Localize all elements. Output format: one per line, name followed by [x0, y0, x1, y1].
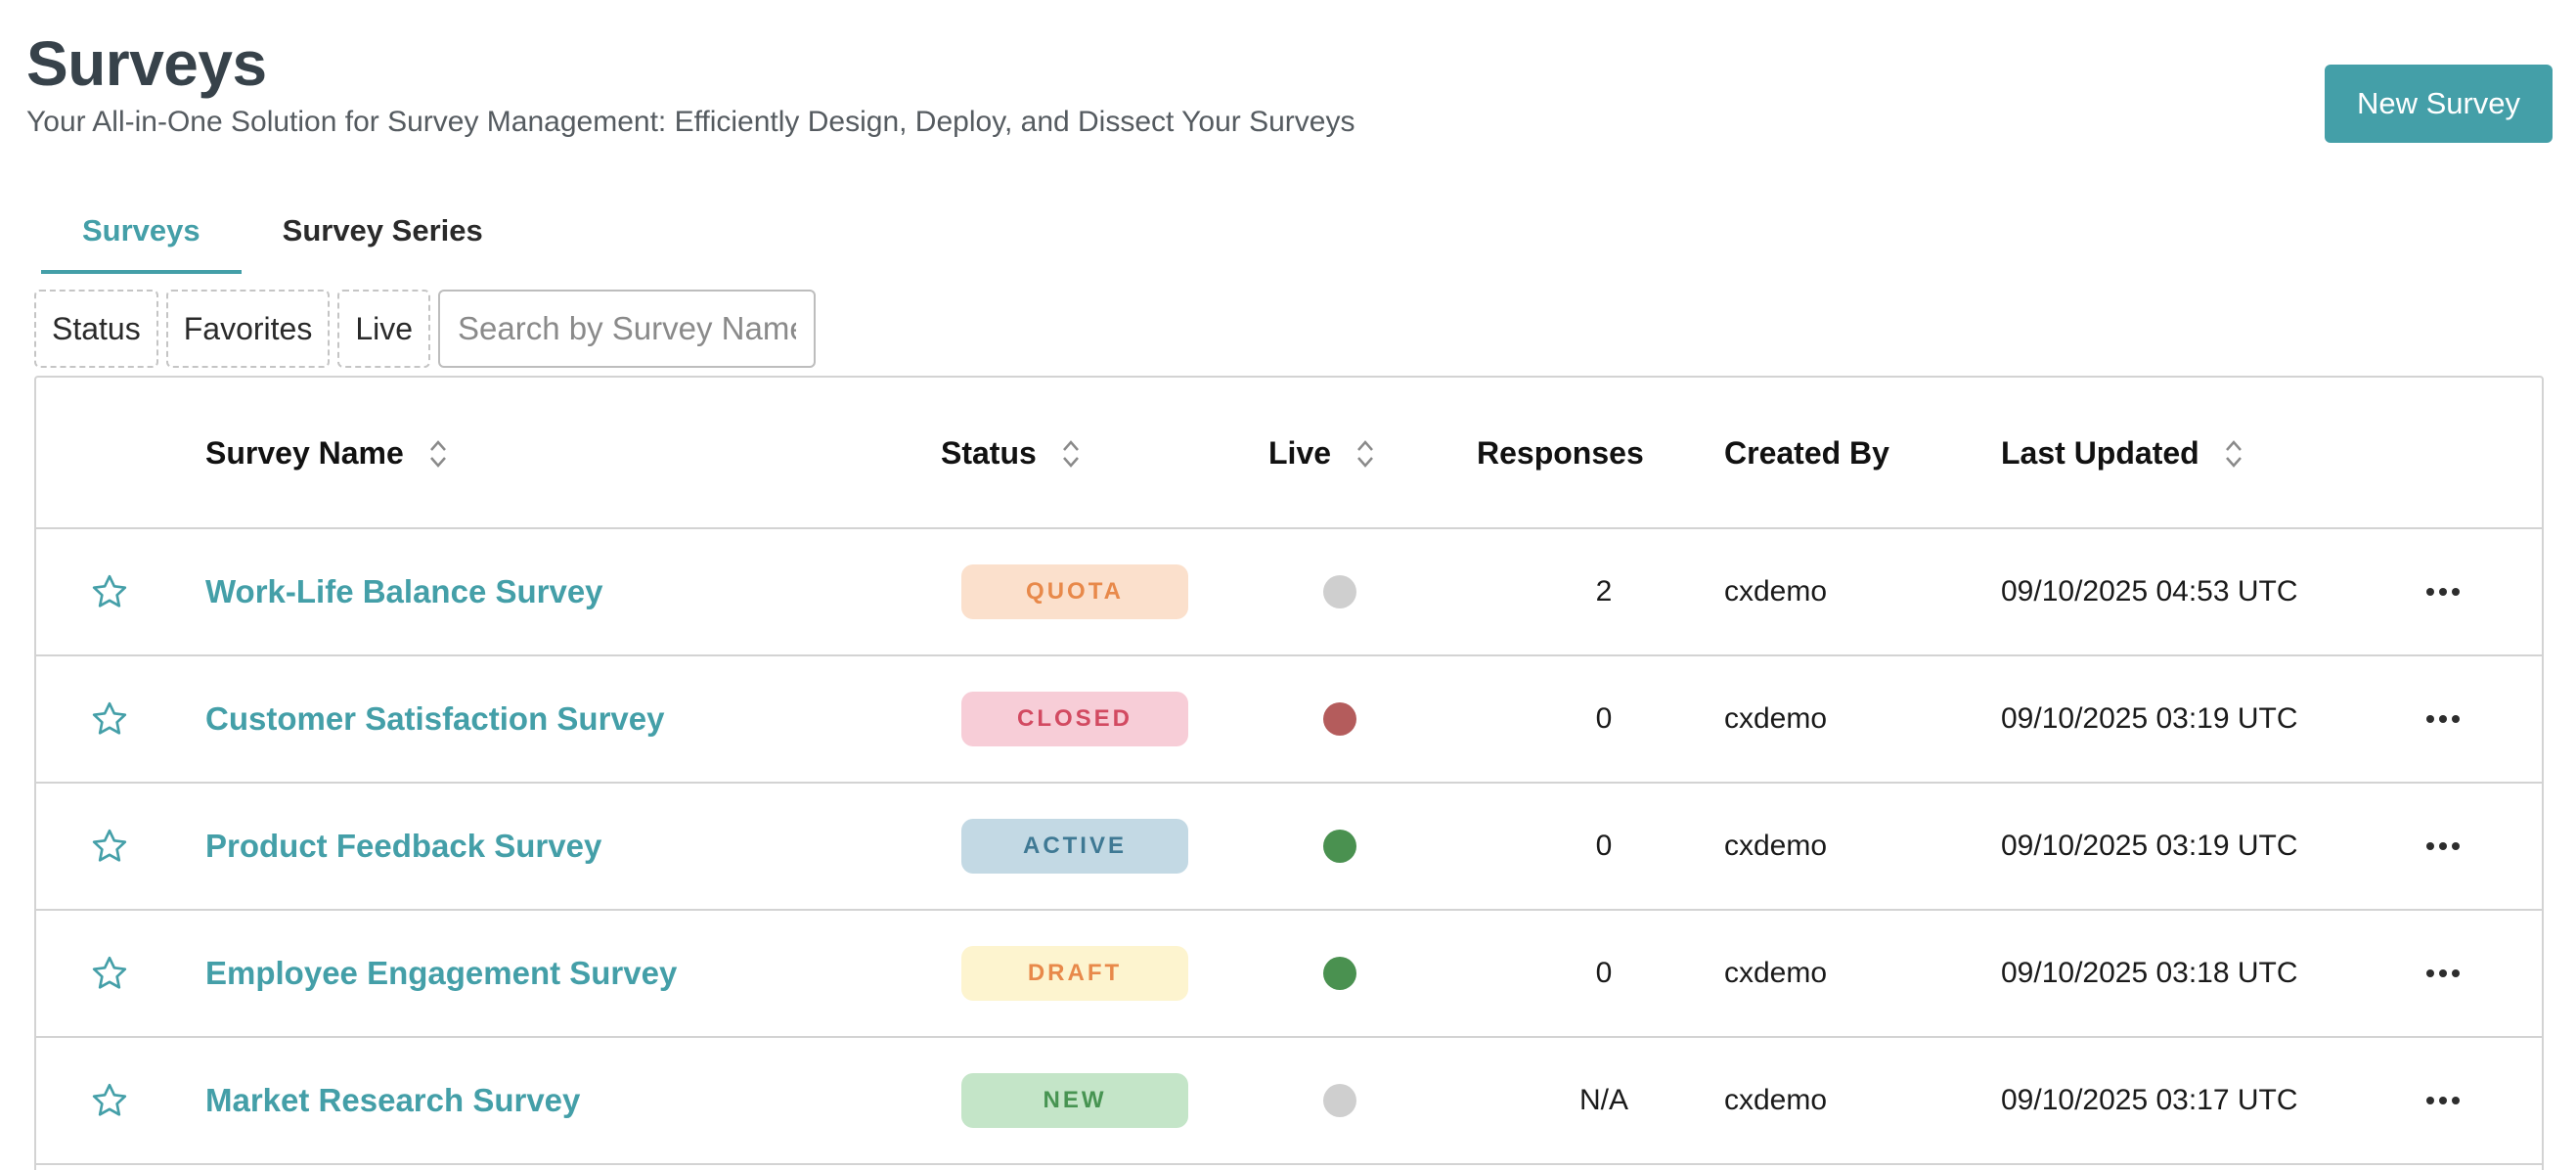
status-cell: DRAFT: [961, 911, 1188, 1036]
star-icon[interactable]: [85, 911, 134, 1036]
live-cell: [1323, 529, 1356, 654]
live-cell: [1323, 911, 1356, 1036]
live-indicator: [1323, 575, 1356, 608]
last-updated-cell: 09/10/2025 03:19 UTC: [2001, 830, 2298, 862]
responses-cell: N/A: [1578, 1084, 1628, 1116]
live-indicator: [1323, 830, 1356, 863]
status-badge: ACTIVE: [961, 819, 1188, 874]
table-row[interactable]: Work-Life Balance Survey QUOTA 2 cxdemo …: [36, 529, 2542, 656]
column-header-responses: Responses: [1477, 378, 1644, 529]
column-label: Last Updated: [2001, 435, 2199, 471]
tab-survey-series[interactable]: Survey Series: [242, 205, 524, 274]
star-icon[interactable]: [85, 529, 134, 654]
filter-bar: Status Favorites Live: [34, 290, 817, 368]
favorites-filter-chip[interactable]: Favorites: [165, 290, 331, 368]
column-label: Responses: [1477, 435, 1644, 471]
star-icon[interactable]: [85, 656, 134, 782]
status-badge: QUOTA: [961, 564, 1188, 619]
survey-name-link[interactable]: Market Research Survey: [205, 1038, 580, 1163]
more-icon[interactable]: [2426, 911, 2460, 1036]
survey-name-link[interactable]: Customer Satisfaction Survey: [205, 656, 664, 782]
survey-name-link[interactable]: Product Feedback Survey: [205, 784, 601, 909]
live-cell: [1323, 1038, 1356, 1163]
last-updated-cell: 09/10/2025 03:18 UTC: [2001, 957, 2298, 989]
column-header-status[interactable]: Status: [941, 378, 1080, 529]
more-icon[interactable]: [2426, 529, 2460, 654]
column-header-survey-name[interactable]: Survey Name: [205, 378, 447, 529]
more-icon[interactable]: [2426, 784, 2460, 909]
sort-icon[interactable]: [1062, 438, 1080, 470]
status-filter-chip[interactable]: Status: [34, 290, 158, 368]
status-badge: DRAFT: [961, 946, 1188, 1001]
responses-cell: 0: [1595, 702, 1613, 735]
tab-surveys[interactable]: Surveys: [41, 205, 242, 274]
table-row[interactable]: Market Research Survey NEW N/A cxdemo 09…: [36, 1038, 2542, 1165]
live-cell: [1323, 784, 1356, 909]
status-badge: CLOSED: [961, 692, 1188, 746]
column-label: Created By: [1724, 435, 1889, 471]
responses-cell: 0: [1595, 957, 1613, 989]
column-label: Status: [941, 435, 1037, 471]
table-header: Survey Name Status Live Responses Create…: [36, 378, 2542, 529]
more-icon[interactable]: [2426, 1038, 2460, 1163]
last-updated-cell: 09/10/2025 03:19 UTC: [2001, 702, 2298, 735]
column-header-live[interactable]: Live: [1268, 378, 1374, 529]
live-indicator: [1323, 957, 1356, 990]
surveys-page: Surveys Your All-in-One Solution for Sur…: [0, 0, 2576, 1170]
created-by-cell: cxdemo: [1724, 702, 1828, 735]
survey-name-link[interactable]: Work-Life Balance Survey: [205, 529, 603, 654]
created-by-cell: cxdemo: [1724, 575, 1828, 608]
status-cell: QUOTA: [961, 529, 1188, 654]
live-indicator: [1323, 702, 1356, 736]
survey-name-link[interactable]: Employee Engagement Survey: [205, 911, 677, 1036]
status-badge: NEW: [961, 1073, 1188, 1128]
more-icon[interactable]: [2426, 656, 2460, 782]
created-by-cell: cxdemo: [1724, 1084, 1828, 1116]
new-survey-button[interactable]: New Survey: [2325, 65, 2553, 143]
sort-icon[interactable]: [1356, 438, 1374, 470]
live-filter-chip[interactable]: Live: [337, 290, 431, 368]
column-label: Survey Name: [205, 435, 404, 471]
status-cell: CLOSED: [961, 656, 1188, 782]
star-icon[interactable]: [85, 784, 134, 909]
status-cell: ACTIVE: [961, 784, 1188, 909]
star-icon[interactable]: [85, 1038, 134, 1163]
live-cell: [1323, 656, 1356, 782]
table-row[interactable]: Customer Satisfaction Survey CLOSED 0 cx…: [36, 656, 2542, 784]
last-updated-cell: 09/10/2025 03:17 UTC: [2001, 1084, 2298, 1116]
table-row[interactable]: Employee Engagement Survey DRAFT 0 cxdem…: [36, 911, 2542, 1038]
search-input[interactable]: [438, 290, 817, 368]
responses-cell: 2: [1595, 575, 1613, 608]
responses-cell: 0: [1595, 830, 1613, 862]
column-header-last-updated[interactable]: Last Updated: [2001, 378, 2243, 529]
created-by-cell: cxdemo: [1724, 957, 1828, 989]
tab-bar: Surveys Survey Series: [41, 205, 524, 274]
created-by-cell: cxdemo: [1724, 830, 1828, 862]
page-subtitle: Your All-in-One Solution for Survey Mana…: [26, 106, 1355, 138]
sort-icon[interactable]: [2225, 438, 2243, 470]
last-updated-cell: 09/10/2025 04:53 UTC: [2001, 575, 2298, 608]
surveys-table: Survey Name Status Live Responses Create…: [34, 376, 2544, 1170]
column-label: Live: [1268, 435, 1332, 471]
status-cell: NEW: [961, 1038, 1188, 1163]
page-title: Surveys: [26, 28, 267, 99]
table-row[interactable]: Product Feedback Survey ACTIVE 0 cxdemo …: [36, 784, 2542, 911]
sort-icon[interactable]: [429, 438, 447, 470]
live-indicator: [1323, 1084, 1356, 1117]
column-header-created-by: Created By: [1724, 378, 1889, 529]
